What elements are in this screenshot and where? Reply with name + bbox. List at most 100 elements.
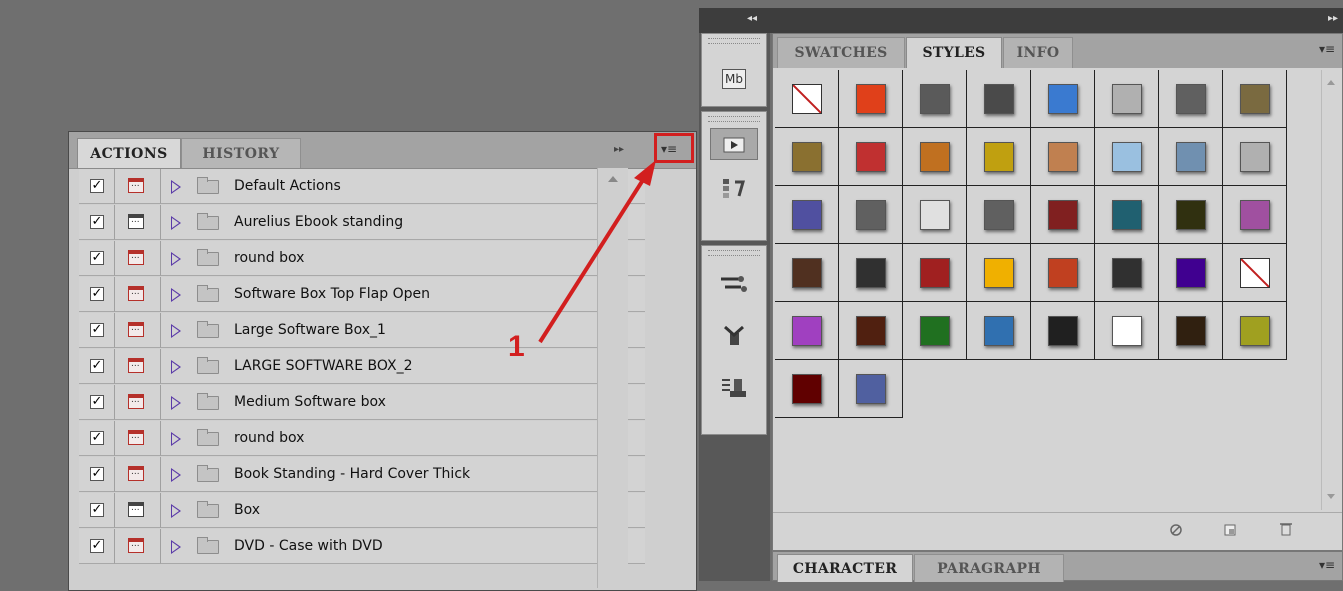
style-swatch-chip [1048,84,1078,114]
style-swatch[interactable] [903,302,967,360]
dock-group-2 [701,111,767,241]
clear-style-icon[interactable] [1169,523,1183,537]
styles-tabbar: SWATCHES STYLES INFO ▾≡ [773,34,1342,68]
delete-style-icon[interactable] [1279,521,1293,537]
style-swatch[interactable] [1095,302,1159,360]
style-swatch[interactable] [967,186,1031,244]
style-swatch-chip [792,258,822,288]
styles-panel: SWATCHES STYLES INFO ▾≡ [772,33,1343,551]
style-swatch-chip [856,316,886,346]
style-swatch[interactable] [1031,244,1095,302]
styles-menu-icon[interactable]: ▾≡ [1319,42,1335,56]
style-swatch[interactable] [967,302,1031,360]
style-swatch-chip [1112,142,1142,172]
clone-source-icon[interactable] [710,320,758,352]
style-swatch[interactable] [967,244,1031,302]
style-swatch[interactable] [1159,302,1223,360]
style-swatch[interactable] [839,302,903,360]
history-icon[interactable] [710,172,758,204]
tab-paragraph[interactable]: PARAGRAPH [914,554,1064,582]
scroll-down-icon[interactable] [1327,494,1335,499]
style-swatch[interactable] [903,128,967,186]
tab-character[interactable]: CHARACTER [777,554,913,582]
tool-presets-icon[interactable] [710,372,758,404]
panel-dock: Mb [699,33,770,581]
style-swatch[interactable] [1223,244,1287,302]
style-swatch[interactable] [1095,128,1159,186]
style-swatch[interactable] [775,244,839,302]
brushes-icon[interactable] [710,268,758,300]
style-swatch-chip [792,316,822,346]
tab-styles[interactable]: STYLES [906,37,1002,68]
style-swatch[interactable] [839,360,903,418]
style-swatch[interactable] [1095,244,1159,302]
tab-info[interactable]: INFO [1003,37,1073,68]
dock-collapse-icon[interactable]: ◂◂ [747,13,757,24]
style-swatch-chip [1240,258,1270,288]
dock-group-3 [701,245,767,435]
style-swatch[interactable] [775,186,839,244]
style-swatch-chip [1112,258,1142,288]
style-swatch[interactable] [839,128,903,186]
style-swatch-chip [1240,142,1270,172]
style-swatch[interactable] [1223,70,1287,128]
style-swatch[interactable] [775,302,839,360]
style-swatch-chip [1240,84,1270,114]
style-swatch[interactable] [1095,186,1159,244]
style-swatch-chip [1176,200,1206,230]
style-swatch[interactable] [1159,70,1223,128]
style-swatch[interactable] [775,70,839,128]
character-menu-icon[interactable]: ▾≡ [1319,558,1335,572]
style-swatch-chip [792,200,822,230]
style-swatch-chip [1112,200,1142,230]
style-swatch[interactable] [1223,128,1287,186]
style-swatch[interactable] [1031,302,1095,360]
expand-arrows-icon[interactable]: ▸▸ [1328,13,1338,24]
style-swatch[interactable] [1031,128,1095,186]
style-swatch-chip [984,142,1014,172]
style-swatch[interactable] [1223,302,1287,360]
style-swatch-chip [984,258,1014,288]
style-swatch-chip [920,316,950,346]
style-swatch[interactable] [967,70,1031,128]
character-panel: CHARACTER PARAGRAPH ▾≡ [772,551,1343,582]
style-swatch[interactable] [1159,186,1223,244]
style-swatch[interactable] [839,70,903,128]
scroll-up-icon[interactable] [1327,80,1335,85]
style-swatch-chip [1176,84,1206,114]
style-swatch-chip [1112,84,1142,114]
style-swatch-chip [920,200,950,230]
styles-footer [773,512,1342,551]
style-swatch-chip [1176,316,1206,346]
style-swatch-chip [1048,200,1078,230]
style-swatch-chip [984,316,1014,346]
styles-scrollbar[interactable] [1321,70,1342,510]
dock-group-1: Mb [701,33,767,107]
style-swatch-chip [1176,142,1206,172]
new-style-icon[interactable] [1223,523,1237,537]
actions-play-icon[interactable] [710,128,758,160]
style-swatch[interactable] [1031,70,1095,128]
styles-panel-header: ▸▸ [770,8,1343,33]
style-swatch[interactable] [839,186,903,244]
style-swatch[interactable] [1159,128,1223,186]
style-swatch[interactable] [1095,70,1159,128]
style-swatch[interactable] [1031,186,1095,244]
style-swatch[interactable] [1159,244,1223,302]
style-swatch-chip [792,142,822,172]
style-swatch[interactable] [1223,186,1287,244]
style-swatch[interactable] [903,244,967,302]
tab-swatches[interactable]: SWATCHES [777,37,905,68]
style-swatch-chip [856,200,886,230]
style-swatch[interactable] [775,128,839,186]
style-swatch[interactable] [903,186,967,244]
style-swatch[interactable] [839,244,903,302]
style-swatch-chip [856,84,886,114]
style-swatch-chip [920,84,950,114]
style-swatch-chip [1048,316,1078,346]
style-swatch-chip [920,258,950,288]
style-swatch[interactable] [967,128,1031,186]
style-swatch[interactable] [903,70,967,128]
style-swatch[interactable] [775,360,839,418]
mini-bridge-icon[interactable]: Mb [710,60,758,92]
